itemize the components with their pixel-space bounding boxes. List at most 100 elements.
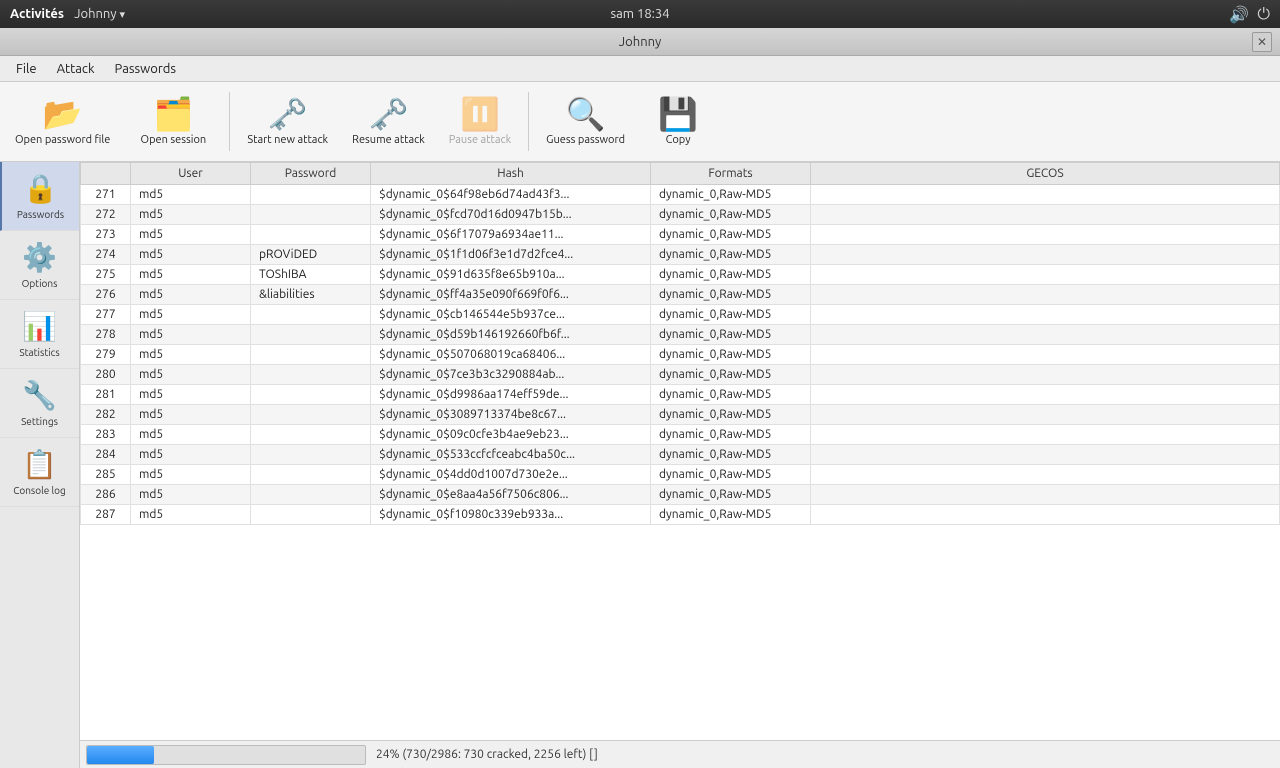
cell-formats: dynamic_0,Raw-MD5 — [651, 285, 811, 305]
console-log-icon: 📋 — [22, 448, 57, 481]
table-row[interactable]: 279 md5 $dynamic_0$507068019ca68406... d… — [81, 345, 1280, 365]
cell-user: md5 — [131, 305, 251, 325]
topbar: Activités Johnny ▾ sam 18:34 🔊 ⏻ — [0, 0, 1280, 28]
sidebar-item-passwords[interactable]: 🔒 Passwords — [0, 162, 79, 231]
sidebar-item-options[interactable]: ⚙️ Options — [0, 231, 79, 300]
window-arrow-icon[interactable]: ▾ — [119, 9, 125, 21]
cell-num: 280 — [81, 365, 131, 385]
cell-password — [251, 205, 371, 225]
cell-gecos — [811, 205, 1280, 225]
table-row[interactable]: 273 md5 $dynamic_0$6f17079a6934ae11... d… — [81, 225, 1280, 245]
table-row[interactable]: 272 md5 $dynamic_0$fcd70d16d0947b15b... … — [81, 205, 1280, 225]
volume-icon[interactable]: 🔊 — [1229, 5, 1249, 24]
guess-password-label: Guess password — [546, 134, 625, 146]
start-attack-label: Start new attack — [247, 134, 328, 146]
cell-gecos — [811, 305, 1280, 325]
menu-file[interactable]: File — [8, 60, 45, 78]
copy-icon: 💾 — [658, 98, 698, 130]
cell-formats: dynamic_0,Raw-MD5 — [651, 345, 811, 365]
guess-password-button[interactable]: 🔍 Guess password — [535, 86, 636, 157]
cell-gecos — [811, 345, 1280, 365]
cell-num: 272 — [81, 205, 131, 225]
cell-formats: dynamic_0,Raw-MD5 — [651, 405, 811, 425]
table-row[interactable]: 274 md5 pROViDED $dynamic_0$1f1d06f3e1d7… — [81, 245, 1280, 265]
pause-attack-button[interactable]: ⏸️ Pause attack — [438, 86, 522, 157]
sidebar-item-settings[interactable]: 🔧 Settings — [0, 369, 79, 438]
resume-attack-label: Resume attack — [352, 134, 425, 146]
cell-user: md5 — [131, 365, 251, 385]
table-body: 271 md5 $dynamic_0$64f98eb6d74ad43f3... … — [81, 185, 1280, 525]
toolbar-separator-2 — [528, 92, 529, 151]
open-session-button[interactable]: 🗂️ Open session — [123, 86, 223, 157]
cell-gecos — [811, 485, 1280, 505]
copy-button[interactable]: 💾 Copy — [638, 86, 718, 157]
cell-user: md5 — [131, 325, 251, 345]
title-bar: Johnny ✕ — [0, 28, 1280, 56]
cell-password — [251, 485, 371, 505]
col-header-password: Password — [251, 163, 371, 185]
table-row[interactable]: 287 md5 $dynamic_0$f10980c339eb933a... d… — [81, 505, 1280, 525]
table-row[interactable]: 280 md5 $dynamic_0$7ce3b3c3290884ab... d… — [81, 365, 1280, 385]
cell-num: 284 — [81, 445, 131, 465]
cell-gecos — [811, 325, 1280, 345]
cell-password — [251, 365, 371, 385]
col-header-formats: Formats — [651, 163, 811, 185]
cell-formats: dynamic_0,Raw-MD5 — [651, 425, 811, 445]
table-row[interactable]: 271 md5 $dynamic_0$64f98eb6d74ad43f3... … — [81, 185, 1280, 205]
power-icon[interactable]: ⏻ — [1257, 5, 1270, 24]
close-button[interactable]: ✕ — [1252, 32, 1272, 52]
start-new-attack-button[interactable]: 🗝️ Start new attack — [236, 86, 339, 157]
menu-bar: File Attack Passwords — [0, 56, 1280, 82]
table-row[interactable]: 285 md5 $dynamic_0$4dd0d1007d730e2e... d… — [81, 465, 1280, 485]
cell-user: md5 — [131, 485, 251, 505]
cell-formats: dynamic_0,Raw-MD5 — [651, 385, 811, 405]
sidebar-item-console-log[interactable]: 📋 Console log — [0, 438, 79, 507]
table-row[interactable]: 283 md5 $dynamic_0$09c0cfe3b4ae9eb23... … — [81, 425, 1280, 445]
cell-gecos — [811, 425, 1280, 445]
main-content: 🔒 Passwords ⚙️ Options 📊 Statistics 🔧 Se… — [0, 162, 1280, 768]
cell-password: &liabilities — [251, 285, 371, 305]
pause-attack-icon: ⏸️ — [460, 98, 500, 130]
resume-attack-button[interactable]: 🗝️ Resume attack — [341, 86, 436, 157]
sidebar: 🔒 Passwords ⚙️ Options 📊 Statistics 🔧 Se… — [0, 162, 80, 768]
open-password-file-button[interactable]: 📂 Open password file — [4, 86, 121, 157]
table-row[interactable]: 276 md5 &liabilities $dynamic_0$ff4a35e0… — [81, 285, 1280, 305]
window-title: Johnny — [619, 35, 661, 49]
table-scroll[interactable]: User Password Hash Formats GECOS 271 md5… — [80, 162, 1280, 740]
cell-user: md5 — [131, 245, 251, 265]
passwords-icon: 🔒 — [23, 172, 58, 205]
cell-num: 286 — [81, 485, 131, 505]
cell-hash: $dynamic_0$cb146544e5b937ce... — [371, 305, 651, 325]
cell-password — [251, 345, 371, 365]
cell-hash: $dynamic_0$d59b146192660fb6f... — [371, 325, 651, 345]
table-row[interactable]: 286 md5 $dynamic_0$e8aa4a56f7506c806... … — [81, 485, 1280, 505]
cell-formats: dynamic_0,Raw-MD5 — [651, 465, 811, 485]
cell-user: md5 — [131, 225, 251, 245]
table-row[interactable]: 277 md5 $dynamic_0$cb146544e5b937ce... d… — [81, 305, 1280, 325]
console-log-label: Console log — [13, 485, 66, 496]
table-row[interactable]: 275 md5 TOShIBA $dynamic_0$91d635f8e65b9… — [81, 265, 1280, 285]
cell-gecos — [811, 245, 1280, 265]
cell-formats: dynamic_0,Raw-MD5 — [651, 245, 811, 265]
cell-num: 276 — [81, 285, 131, 305]
menu-attack[interactable]: Attack — [49, 60, 103, 78]
menu-passwords[interactable]: Passwords — [107, 60, 184, 78]
table-row[interactable]: 278 md5 $dynamic_0$d59b146192660fb6f... … — [81, 325, 1280, 345]
sidebar-item-statistics[interactable]: 📊 Statistics — [0, 300, 79, 369]
progress-bar-container — [86, 745, 366, 765]
cell-hash: $dynamic_0$09c0cfe3b4ae9eb23... — [371, 425, 651, 445]
guess-password-icon: 🔍 — [566, 98, 606, 130]
table-row[interactable]: 281 md5 $dynamic_0$d9986aa174eff59de... … — [81, 385, 1280, 405]
cell-hash: $dynamic_0$fcd70d16d0947b15b... — [371, 205, 651, 225]
cell-hash: $dynamic_0$507068019ca68406... — [371, 345, 651, 365]
cell-password — [251, 325, 371, 345]
cell-password — [251, 185, 371, 205]
activities-button[interactable]: Activités — [10, 7, 64, 21]
cell-formats: dynamic_0,Raw-MD5 — [651, 265, 811, 285]
cell-gecos — [811, 465, 1280, 485]
table-row[interactable]: 284 md5 $dynamic_0$533ccfcfceabc4ba50c..… — [81, 445, 1280, 465]
cell-hash: $dynamic_0$e8aa4a56f7506c806... — [371, 485, 651, 505]
cell-user: md5 — [131, 185, 251, 205]
table-row[interactable]: 282 md5 $dynamic_0$3089713374be8c67... d… — [81, 405, 1280, 425]
cell-hash: $dynamic_0$7ce3b3c3290884ab... — [371, 365, 651, 385]
